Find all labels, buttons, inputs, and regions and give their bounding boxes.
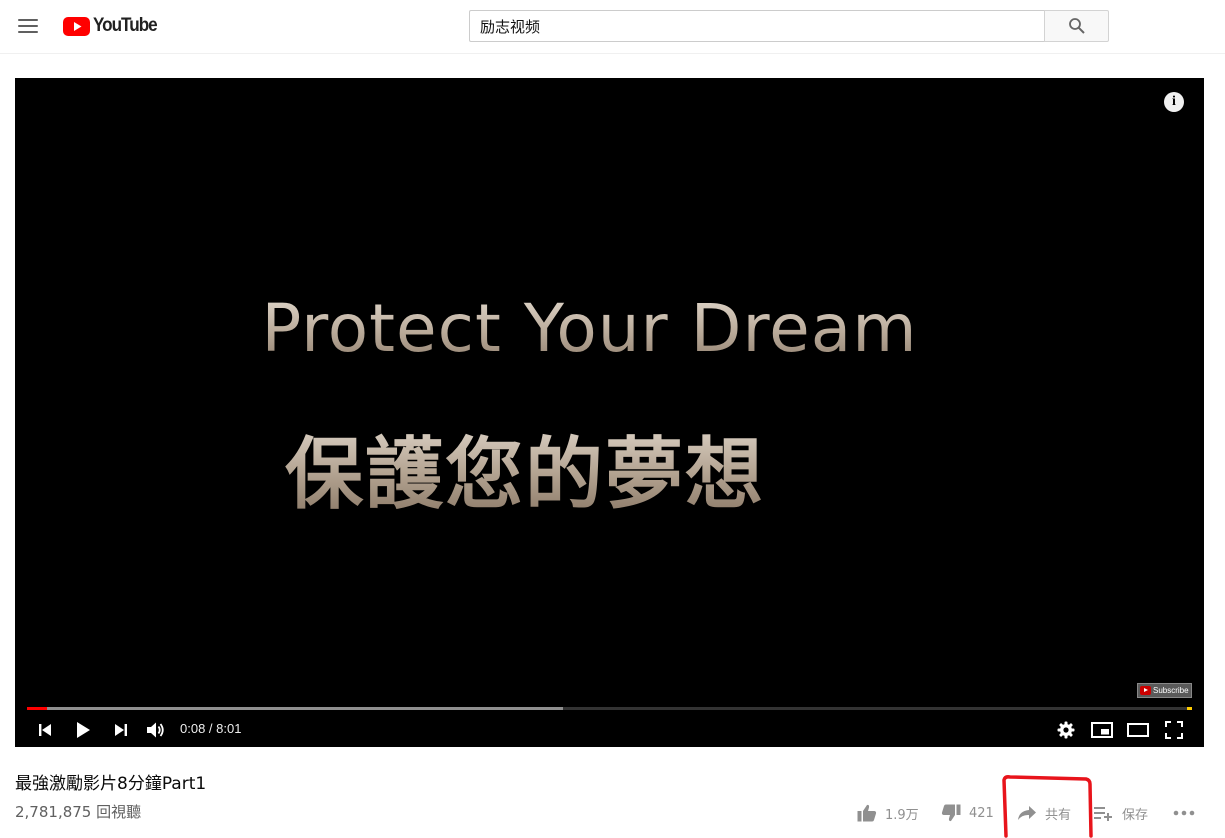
thumbs-down-icon (941, 804, 961, 822)
youtube-play-icon (63, 16, 90, 36)
share-arrow-icon (1018, 806, 1036, 820)
share-label: 共有 (1045, 807, 1072, 823)
watermark-label: Subscribe (1153, 686, 1189, 695)
next-icon[interactable] (109, 718, 133, 742)
search-icon (1068, 18, 1085, 34)
play-icon[interactable] (71, 718, 95, 742)
progress-loaded (27, 707, 563, 710)
previous-icon[interactable] (33, 718, 57, 742)
video-player[interactable]: i Protect Your Dream 保護您的夢想 Subscribe 0:… (15, 78, 1204, 747)
dislike-count: 421 (969, 805, 994, 821)
video-overlay-text-zh: 保護您的夢想 (285, 412, 765, 524)
save-label: 保存 (1122, 807, 1149, 823)
progress-bar[interactable] (27, 707, 1192, 710)
youtube-logo[interactable]: YouTube (63, 14, 164, 38)
video-overlay-text-en: Protect Your Dream (15, 290, 1204, 367)
video-title: 最強激勵影片8分鐘Part1 (15, 774, 207, 794)
fullscreen-icon[interactable] (1162, 718, 1186, 742)
settings-gear-icon[interactable] (1054, 718, 1078, 742)
menu-icon[interactable] (14, 12, 42, 40)
share-button[interactable]: 共有 (1017, 800, 1071, 826)
player-controls: 0:08 / 8:01 (15, 712, 1204, 747)
more-horizontal-icon (1173, 810, 1195, 816)
search-input[interactable]: 励志视频 (469, 10, 1045, 42)
more-actions-button[interactable] (1173, 800, 1195, 826)
search-query: 励志视频 (480, 18, 541, 36)
progress-played (27, 707, 47, 710)
like-count: 1.9万 (885, 807, 919, 823)
youtube-mini-icon (1140, 686, 1151, 695)
time-display: 0:08 / 8:01 (180, 721, 242, 736)
logo-text: YouTube (93, 15, 158, 36)
theater-mode-icon[interactable] (1126, 718, 1150, 742)
masthead: YouTube 励志视频 (0, 0, 1225, 54)
progress-end-marker (1187, 707, 1192, 710)
volume-icon[interactable] (144, 718, 168, 742)
search-button[interactable] (1044, 10, 1109, 42)
dislike-button[interactable]: 421 (941, 800, 994, 826)
thumbs-up-icon (857, 804, 877, 822)
miniplayer-icon[interactable] (1090, 718, 1114, 742)
like-button[interactable]: 1.9万 (857, 800, 919, 826)
playlist-add-icon (1094, 807, 1112, 821)
subscribe-watermark[interactable]: Subscribe (1137, 683, 1192, 698)
view-count: 2,781,875 回視聽 (15, 803, 142, 821)
save-button[interactable]: 保存 (1094, 800, 1148, 826)
info-icon[interactable]: i (1164, 92, 1184, 112)
